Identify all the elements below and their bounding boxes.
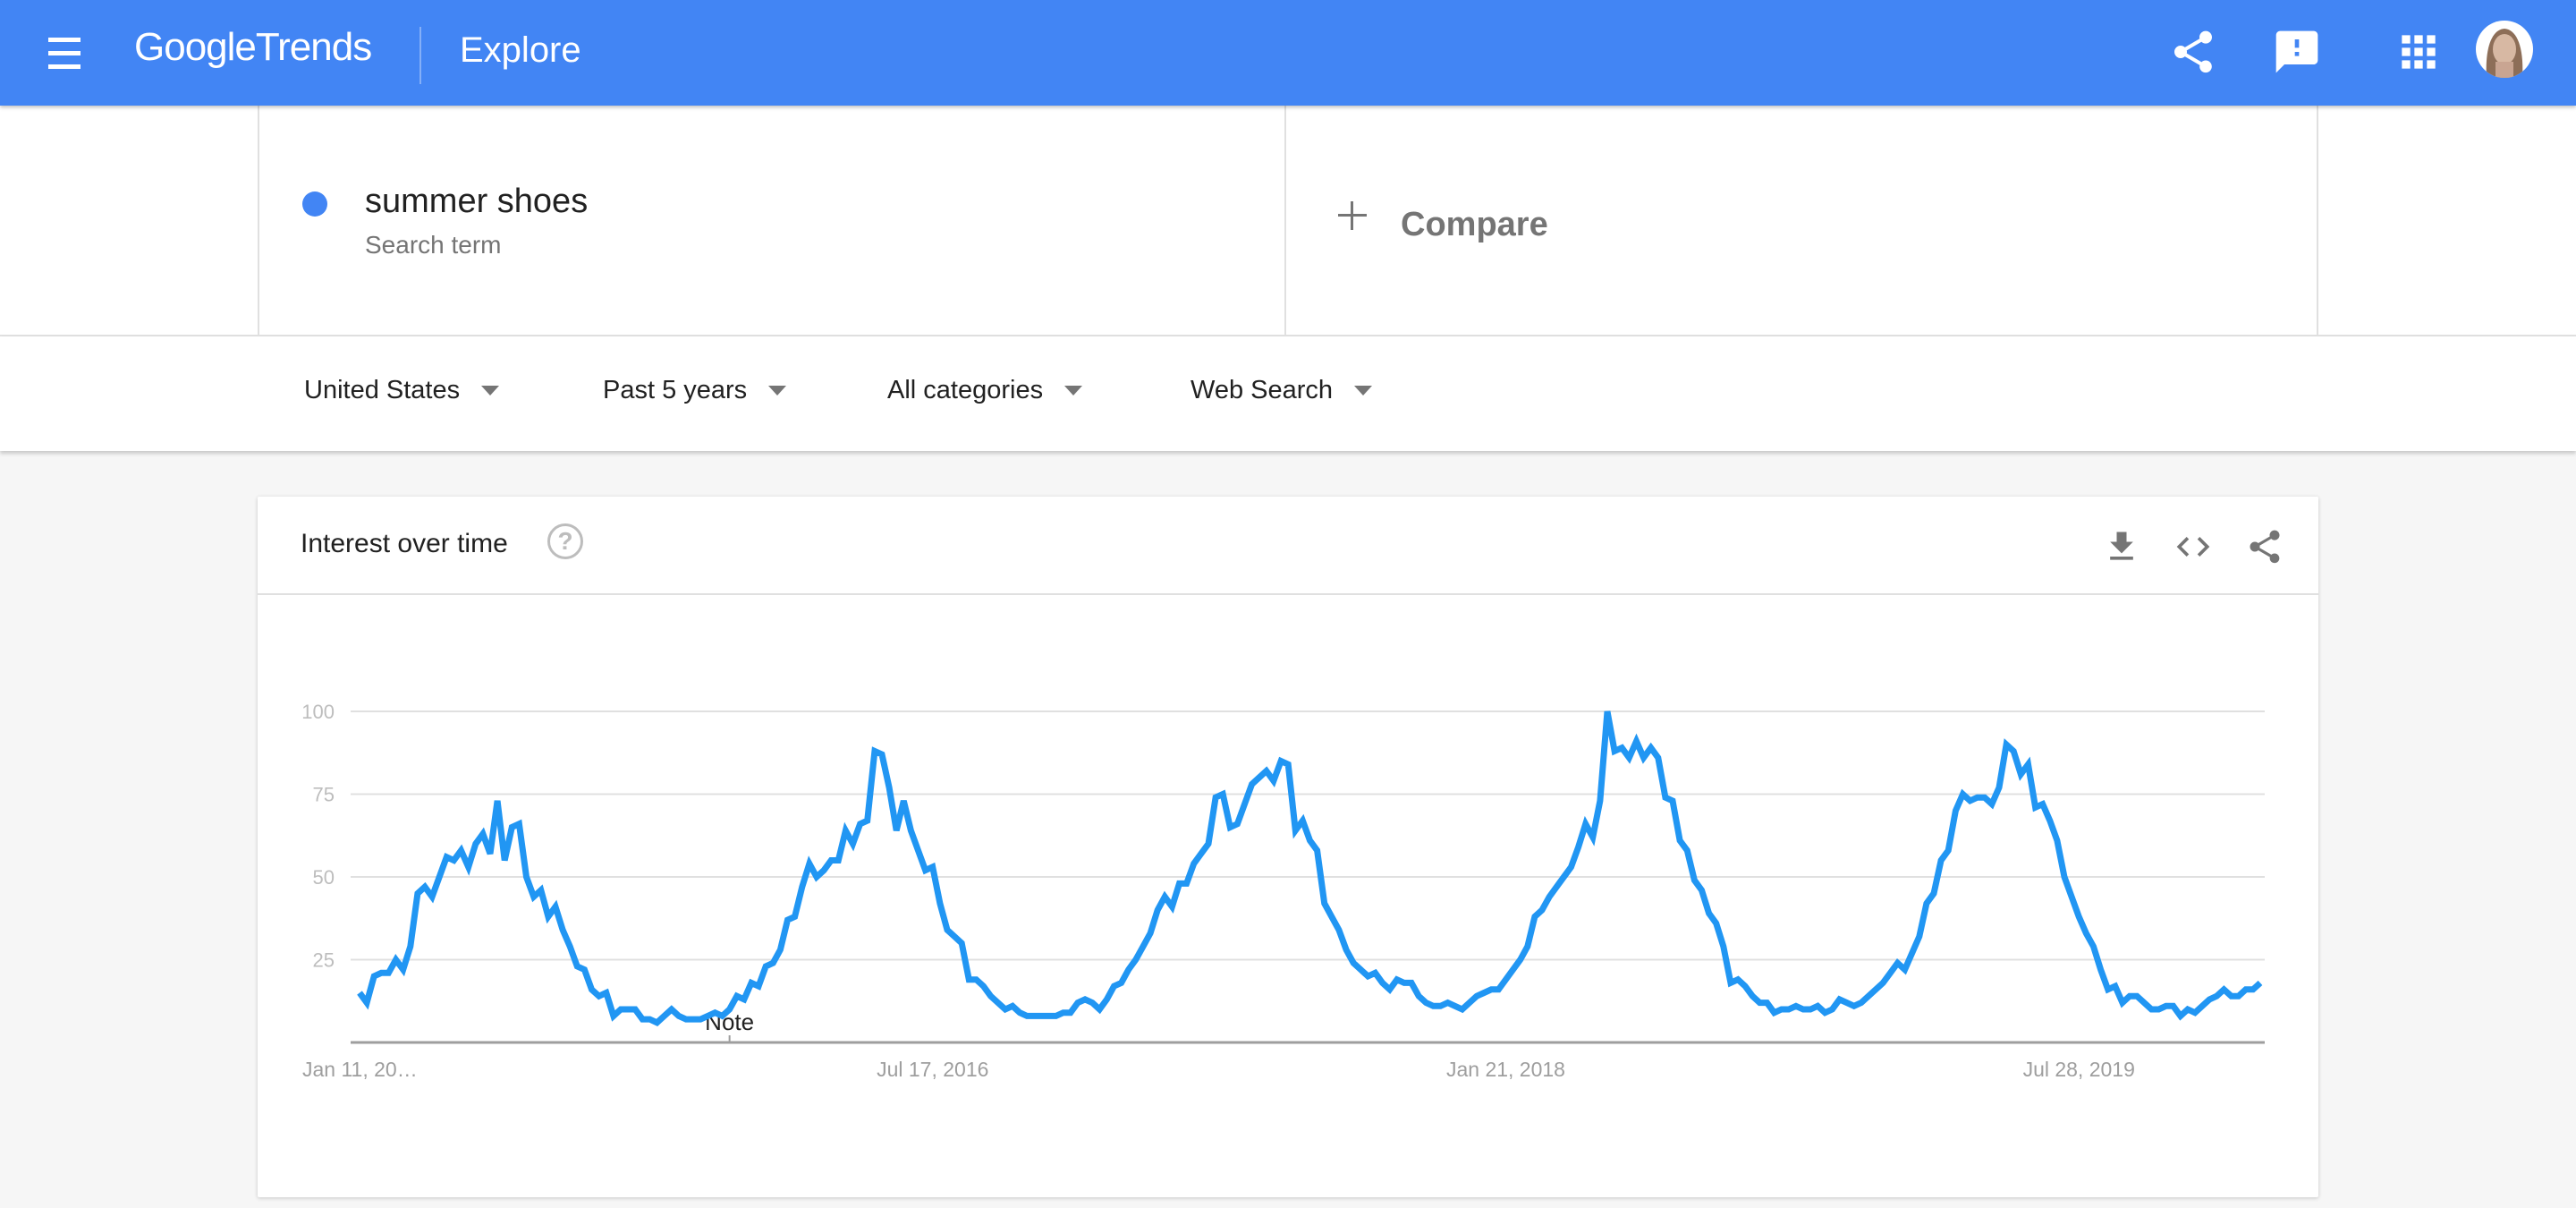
app-bar-divider bbox=[419, 27, 421, 84]
menu-icon[interactable] bbox=[45, 34, 84, 73]
google-trends-logo[interactable]: GoogleTrends bbox=[134, 25, 372, 70]
x-axis-tick-labels: Jan 11, 20… Jul 17, 2016 Jan 21, 2018 Jul 2… bbox=[302, 1058, 2135, 1081]
y-tick-label: 75 bbox=[313, 784, 335, 806]
x-tick-label: Jul 17, 2016 bbox=[877, 1058, 988, 1081]
search-type-filter-label: Web Search bbox=[1191, 376, 1334, 404]
search-type-filter[interactable]: Web Search bbox=[1191, 376, 1373, 405]
interest-line-chart[interactable]: 25 50 75 100 Jan 11, 20… Jul 17, 2016 Jan 21,… bbox=[258, 595, 2318, 1197]
dropdown-arrow-icon bbox=[1354, 386, 1373, 396]
dropdown-arrow-icon bbox=[481, 386, 500, 396]
location-filter[interactable]: United States bbox=[304, 376, 500, 405]
page-title: Explore bbox=[460, 30, 581, 70]
filter-bar: United States Past 5 years All categorie… bbox=[0, 336, 2576, 451]
x-tick-label: Jan 21, 2018 bbox=[1446, 1058, 1565, 1081]
download-icon[interactable] bbox=[2102, 527, 2141, 566]
compare-button[interactable]: Compare bbox=[1286, 106, 2318, 336]
x-tick-label: Jan 11, 20… bbox=[302, 1058, 418, 1081]
feedback-icon[interactable] bbox=[2272, 27, 2322, 77]
card-header: Interest over time ? bbox=[258, 497, 2318, 595]
time-range-filter[interactable]: Past 5 years bbox=[603, 376, 787, 405]
y-tick-label: 100 bbox=[301, 701, 335, 723]
location-filter-label: United States bbox=[304, 376, 461, 404]
plus-icon bbox=[1336, 199, 1368, 234]
interest-over-time-card: Interest over time ? 25 50 75 100 Jan 11, 2… bbox=[258, 497, 2318, 1197]
category-filter[interactable]: All categories bbox=[887, 376, 1083, 405]
dropdown-arrow-icon bbox=[1064, 386, 1083, 396]
term-color-dot bbox=[302, 191, 327, 217]
search-term-card[interactable]: summer shoes Search term bbox=[258, 106, 1286, 336]
app-bar: GoogleTrends Explore bbox=[0, 0, 2576, 106]
x-tick-label: Jul 28, 2019 bbox=[2023, 1058, 2135, 1081]
y-tick-label: 25 bbox=[313, 949, 335, 972]
dropdown-arrow-icon bbox=[768, 386, 787, 396]
search-term-name[interactable]: summer shoes bbox=[365, 183, 588, 221]
compare-label: Compare bbox=[1401, 206, 1548, 243]
search-term-type: Search term bbox=[365, 231, 502, 259]
help-icon[interactable]: ? bbox=[547, 523, 583, 559]
logo-trends: Trends bbox=[255, 25, 372, 69]
category-filter-label: All categories bbox=[887, 376, 1044, 404]
y-tick-label: 50 bbox=[313, 866, 335, 889]
share-icon[interactable] bbox=[2245, 527, 2284, 566]
avatar[interactable] bbox=[2476, 21, 2533, 78]
card-title: Interest over time bbox=[301, 529, 508, 558]
share-icon[interactable] bbox=[2168, 27, 2218, 77]
logo-google: Google bbox=[134, 25, 257, 69]
embed-icon[interactable] bbox=[2174, 527, 2213, 566]
search-terms-bar: summer shoes Search term Compare bbox=[0, 106, 2576, 336]
series-line-summer-shoes bbox=[357, 710, 2263, 1026]
y-axis-tick-labels: 25 50 75 100 bbox=[301, 701, 335, 972]
time-range-filter-label: Past 5 years bbox=[603, 376, 748, 404]
apps-icon[interactable] bbox=[2394, 27, 2444, 77]
